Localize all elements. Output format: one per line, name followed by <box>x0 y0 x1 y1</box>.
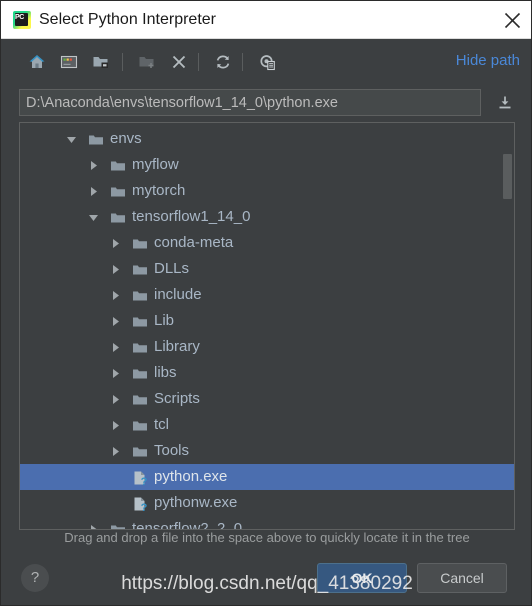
help-button[interactable]: ? <box>21 564 49 592</box>
tree-row-label: pythonw.exe <box>154 494 238 511</box>
folder-icon <box>110 521 126 529</box>
tree-row-label: Scripts <box>154 390 200 407</box>
tree-row[interactable]: Lib <box>20 308 514 334</box>
folder-icon <box>132 443 148 459</box>
tree-scrollbar-thumb[interactable] <box>503 154 512 199</box>
chevron-down-icon[interactable] <box>66 126 80 152</box>
chevron-down-icon[interactable] <box>88 204 102 230</box>
file-chooser-toolbar: Hide path <box>2 39 531 84</box>
folder-icon <box>132 313 148 329</box>
path-input[interactable] <box>19 89 481 116</box>
drive-folder-icon[interactable] <box>88 49 114 75</box>
tree-row-label: DLLs <box>154 260 190 277</box>
tree-row[interactable]: tcl <box>20 412 514 438</box>
chevron-right-icon[interactable] <box>88 516 102 529</box>
tree-row-label: python.exe <box>154 468 228 485</box>
tree-row-label: tensorflow1_14_0 <box>132 208 251 225</box>
hide-path-link[interactable]: Hide path <box>456 52 520 69</box>
pycharm-logo-icon: PC <box>13 11 31 29</box>
desktop-icon[interactable] <box>56 49 82 75</box>
tree-row[interactable]: envs <box>20 126 514 152</box>
tree-row-label: myflow <box>132 156 179 173</box>
tree-row[interactable]: mytorch <box>20 178 514 204</box>
folder-icon <box>132 261 148 277</box>
new-folder-icon <box>134 49 160 75</box>
path-row <box>1 87 531 121</box>
tree-row-label: Library <box>154 338 200 355</box>
chevron-right-icon[interactable] <box>88 178 102 204</box>
chevron-right-icon[interactable] <box>110 438 124 464</box>
delete-icon[interactable] <box>166 49 192 75</box>
ok-button[interactable]: OK <box>317 563 407 593</box>
tree-row[interactable]: Tools <box>20 438 514 464</box>
show-hidden-icon[interactable] <box>254 49 280 75</box>
cancel-button[interactable]: Cancel <box>417 563 507 593</box>
tree-row[interactable]: libs <box>20 360 514 386</box>
toolbar-separator <box>198 53 199 71</box>
folder-icon <box>132 339 148 355</box>
tree-row-label: conda-meta <box>154 234 234 251</box>
tree-row[interactable]: tensorflow1_14_0 <box>20 204 514 230</box>
file-unknown-icon: ? <box>132 495 148 514</box>
folder-icon <box>88 131 104 147</box>
folder-icon <box>110 209 126 225</box>
tree-row-label: Tools <box>154 442 190 459</box>
folder-icon <box>132 417 148 433</box>
tree-row[interactable]: ? python.exe <box>20 464 514 490</box>
folder-icon <box>110 183 126 199</box>
tree-row[interactable]: myflow <box>20 152 514 178</box>
refresh-icon[interactable] <box>210 49 236 75</box>
select-python-interpreter-dialog: PC Select Python Interpreter Hide path D… <box>0 0 532 606</box>
tree-row[interactable]: conda-meta <box>20 230 514 256</box>
tree-row-label: tcl <box>154 416 169 433</box>
toolbar-separator <box>242 53 243 71</box>
folder-icon <box>132 235 148 251</box>
tree-row[interactable]: DLLs <box>20 256 514 282</box>
drag-drop-hint: Drag and drop a file into the space abov… <box>64 530 470 545</box>
pycharm-logo-text: PC <box>15 14 24 21</box>
tree-row-label: libs <box>154 364 177 381</box>
svg-text:?: ? <box>141 502 148 512</box>
toolbar-separator <box>122 53 123 71</box>
close-icon[interactable] <box>497 5 527 35</box>
tree-row[interactable]: tensorflow2_2_0 <box>20 516 514 530</box>
chevron-right-icon[interactable] <box>110 334 124 360</box>
tree-row[interactable]: include <box>20 282 514 308</box>
tree-row-label: include <box>154 286 202 303</box>
title-bar: PC Select Python Interpreter <box>1 1 531 39</box>
tree-row-label: mytorch <box>132 182 186 199</box>
tree-row-label: envs <box>110 130 142 147</box>
tree-row[interactable]: Library <box>20 334 514 360</box>
chevron-right-icon[interactable] <box>110 256 124 282</box>
tree-row-label: Lib <box>154 312 175 329</box>
chevron-right-icon[interactable] <box>110 308 124 334</box>
dialog-title: Select Python Interpreter <box>39 11 216 28</box>
chevron-right-icon[interactable] <box>110 412 124 438</box>
file-tree[interactable]: envs myflow mytorch tensorflow1_14_0 conda-m… <box>20 126 514 530</box>
file-unknown-icon: ? <box>132 469 148 488</box>
folder-icon <box>132 391 148 407</box>
folder-icon <box>132 287 148 303</box>
download-icon[interactable] <box>493 91 517 115</box>
folder-icon <box>110 157 126 173</box>
chevron-right-icon[interactable] <box>88 152 102 178</box>
chevron-right-icon[interactable] <box>110 360 124 386</box>
chevron-right-icon[interactable] <box>110 230 124 256</box>
chevron-right-icon[interactable] <box>110 386 124 412</box>
file-tree-panel: envs myflow mytorch tensorflow1_14_0 conda-m… <box>19 122 515 530</box>
tree-row[interactable]: ? pythonw.exe <box>20 490 514 516</box>
folder-icon <box>132 365 148 381</box>
svg-text:?: ? <box>141 476 148 486</box>
tree-row-label: tensorflow2_2_0 <box>132 520 243 530</box>
tree-scrollbar[interactable] <box>502 124 513 529</box>
tree-row[interactable]: Scripts <box>20 386 514 412</box>
chevron-right-icon[interactable] <box>110 282 124 308</box>
home-icon[interactable] <box>24 49 50 75</box>
